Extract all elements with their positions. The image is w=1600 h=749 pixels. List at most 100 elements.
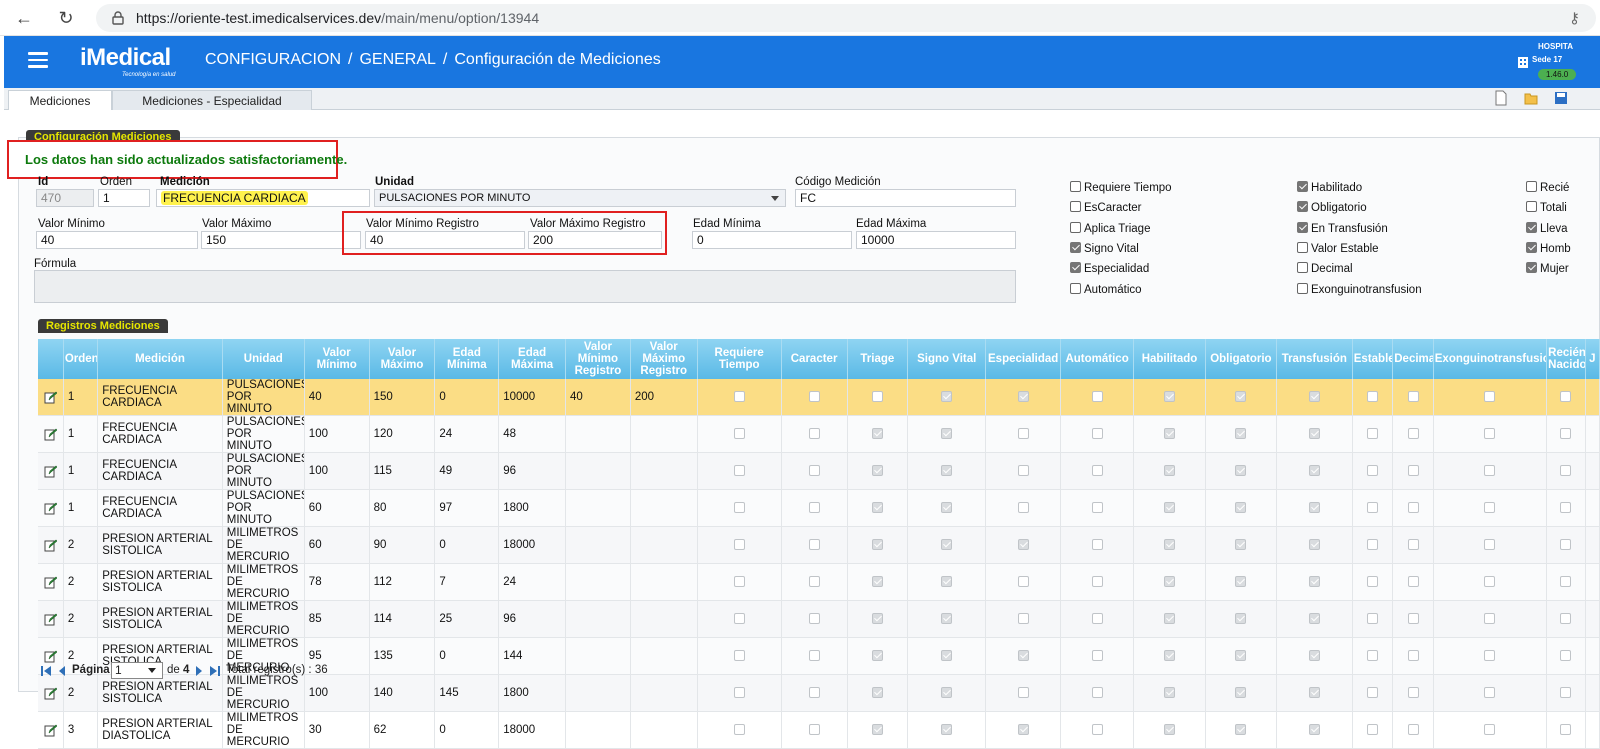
column-header-medicion[interactable]: Medición xyxy=(97,339,223,379)
column-header-exonguinotransfusion[interactable]: Exonguinotransfusion xyxy=(1433,339,1548,379)
table-row[interactable]: 2PRESION ARTERIAL SISTOLICAMILIMETROS DE… xyxy=(38,563,1600,601)
edad-min-field[interactable]: 0 xyxy=(692,231,852,249)
edit-icon[interactable] xyxy=(44,391,57,404)
checkbox-box[interactable] xyxy=(1070,262,1081,274)
last-page-icon[interactable] xyxy=(209,665,221,677)
edit-cell[interactable] xyxy=(38,563,64,601)
checkbox-homb[interactable]: Homb xyxy=(1526,241,1571,255)
checkbox-exonguinotransfusion[interactable]: Exonguinotransfusion xyxy=(1297,282,1422,296)
medicion-field[interactable]: FRECUENCIA CARDIACA xyxy=(156,189,370,207)
checkbox-box[interactable] xyxy=(1070,221,1081,233)
checkbox-mujer[interactable]: Mujer xyxy=(1526,262,1569,275)
checkbox-box[interactable] xyxy=(1526,262,1537,274)
checkbox-box[interactable] xyxy=(1070,201,1081,213)
edit-cell[interactable] xyxy=(38,415,64,453)
column-header-recien-nacido[interactable]: Recién Nacido xyxy=(1546,339,1586,379)
edit-cell[interactable] xyxy=(38,526,64,564)
checkbox-box[interactable] xyxy=(1070,282,1081,294)
column-header-valor-maximo[interactable]: Valor Máximo xyxy=(369,339,436,379)
valor-min-reg-field[interactable]: 40 xyxy=(365,231,525,249)
breadcrumb-item[interactable]: GENERAL xyxy=(359,51,435,68)
table-row[interactable]: 1 FRECUENCIA CARDIACA PULSACIONES POR MINU… xyxy=(38,415,1600,453)
edit-cell[interactable] xyxy=(38,452,64,490)
reload-icon[interactable]: ↻ xyxy=(54,6,78,30)
edit-cell[interactable] xyxy=(38,489,64,527)
checkbox-box[interactable] xyxy=(1070,241,1081,253)
valor-max-field[interactable]: 150 xyxy=(201,231,361,249)
column-header-estable[interactable]: Estable xyxy=(1352,339,1394,379)
table-row[interactable]: 1 FRECUENCIA CARDIACA PULSACIONES POR MINU… xyxy=(38,379,1600,416)
checkbox-requiere-tiempo[interactable]: Requiere Tiempo xyxy=(1070,181,1172,194)
save-icon[interactable] xyxy=(1554,90,1568,106)
checkbox-recie[interactable]: Recié xyxy=(1526,181,1569,194)
column-header-j[interactable]: J xyxy=(1585,339,1600,379)
edit-icon[interactable] xyxy=(44,613,57,626)
edit-icon[interactable] xyxy=(44,428,57,441)
column-header-automatico[interactable]: Automático xyxy=(1060,339,1135,379)
table-row[interactable]: 3 PRESION ARTERIAL DIASTOLICA MILIMETROS D… xyxy=(38,711,1600,749)
valor-min-field[interactable]: 40 xyxy=(36,231,198,249)
column-header-obligatorio[interactable]: Obligatorio xyxy=(1205,339,1277,379)
prev-page-icon[interactable] xyxy=(57,665,67,677)
unidad-select[interactable]: PULSACIONES POR MINUTO xyxy=(374,189,786,207)
first-page-icon[interactable] xyxy=(40,665,52,677)
checkbox-box[interactable] xyxy=(1297,241,1308,253)
menu-icon[interactable] xyxy=(28,52,48,70)
checkbox-signo-vital[interactable]: Signo Vital xyxy=(1070,241,1139,255)
checkbox-box[interactable] xyxy=(1526,201,1537,213)
checkbox-decimal[interactable]: Decimal xyxy=(1297,262,1353,275)
orden-field[interactable]: 1 xyxy=(98,189,150,207)
checkbox-box[interactable] xyxy=(1297,282,1308,294)
open-folder-icon[interactable] xyxy=(1524,90,1538,106)
column-header-actions[interactable] xyxy=(38,339,64,379)
column-header-edad-maxima[interactable]: Edad Máxima xyxy=(498,339,567,379)
column-header-decimal[interactable]: Decimal xyxy=(1392,339,1434,379)
checkbox-box[interactable] xyxy=(1526,181,1537,192)
column-header-valor-minimo-registro[interactable]: Valor Mínimo Registro xyxy=(565,339,631,379)
column-header-signo-vital[interactable]: Signo Vital xyxy=(907,339,987,379)
edad-max-field[interactable]: 10000 xyxy=(856,231,1016,249)
edit-icon[interactable] xyxy=(44,650,57,663)
checkbox-aplica-triage[interactable]: Aplica Triage xyxy=(1070,221,1150,235)
edit-icon[interactable] xyxy=(44,576,57,589)
checkbox-obligatorio[interactable]: Obligatorio xyxy=(1297,201,1367,214)
edit-icon[interactable] xyxy=(44,687,57,700)
tab-mediciones-especialidad[interactable]: Mediciones - Especialidad xyxy=(112,90,312,110)
new-document-icon[interactable] xyxy=(1494,90,1508,106)
column-header-valor-minimo[interactable]: Valor Mínimo xyxy=(304,339,370,379)
address-bar[interactable]: https://oriente-test.imedicalservices.de… xyxy=(96,4,1596,32)
checkbox-box[interactable] xyxy=(1297,201,1308,213)
column-header-caracter[interactable]: Caracter xyxy=(781,339,848,379)
password-key-icon[interactable]: ⚷ xyxy=(1569,9,1580,27)
checkbox-box[interactable] xyxy=(1297,262,1308,274)
checkbox-valor-estable[interactable]: Valor Estable xyxy=(1297,241,1379,255)
column-header-unidad[interactable]: Unidad xyxy=(222,339,305,379)
edit-cell[interactable] xyxy=(38,711,64,749)
column-header-triage[interactable]: Triage xyxy=(847,339,909,379)
site-info-icon[interactable] xyxy=(110,10,126,26)
edit-cell[interactable] xyxy=(38,379,64,416)
checkbox-escaracter[interactable]: EsCaracter xyxy=(1070,201,1142,214)
edit-icon[interactable] xyxy=(44,724,57,737)
checkbox-box[interactable] xyxy=(1070,181,1081,192)
column-header-especialidad[interactable]: Especialidad xyxy=(985,339,1062,379)
column-header-valor-maximo-registro[interactable]: Valor Máximo Registro xyxy=(630,339,698,379)
table-row[interactable]: 2PRESION ARTERIAL SISTOLICAMILIMETROS DE… xyxy=(38,600,1600,638)
edit-icon[interactable] xyxy=(44,539,57,552)
edit-icon[interactable] xyxy=(44,502,57,515)
next-page-icon[interactable] xyxy=(194,665,204,677)
checkbox-box[interactable] xyxy=(1297,181,1308,192)
column-header-requiere-tiempo[interactable]: Requiere Tiempo xyxy=(697,339,782,379)
checkbox-automatico[interactable]: Automático xyxy=(1070,282,1142,296)
edit-icon[interactable] xyxy=(44,465,57,478)
checkbox-box[interactable] xyxy=(1297,221,1308,233)
column-header-edad-minima[interactable]: Edad Mínima xyxy=(434,339,500,379)
checkbox-box[interactable] xyxy=(1526,241,1537,253)
table-row[interactable]: 2PRESION ARTERIAL SISTOLICAMILIMETROS DE… xyxy=(38,526,1600,564)
codigo-field[interactable]: FC xyxy=(795,189,1016,207)
checkbox-habilitado[interactable]: Habilitado xyxy=(1297,181,1362,194)
back-arrow-icon[interactable]: ← xyxy=(12,6,36,30)
table-row[interactable]: 1 FRECUENCIA CARDIACA PULSACIONES POR MINU… xyxy=(38,452,1600,490)
formula-textarea[interactable] xyxy=(34,270,1016,303)
column-header-transfusion[interactable]: Transfusión xyxy=(1276,339,1353,379)
